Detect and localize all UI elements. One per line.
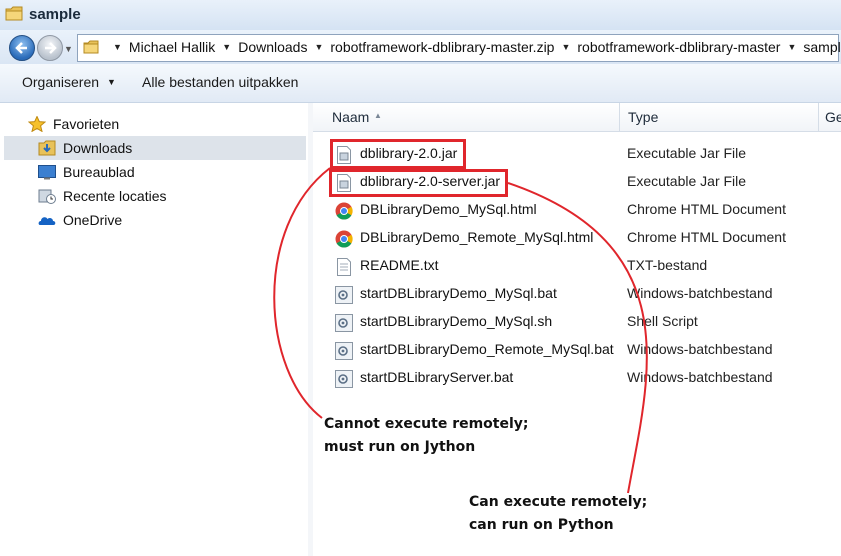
annotation-line: can run on Python [469, 517, 614, 533]
annotation-note-python: Can execute remotely; can run on Python [469, 491, 647, 537]
annotation-line: must run on Jython [324, 439, 476, 455]
annotation-note-jython: Cannot execute remotely; must run on Jyt… [324, 413, 529, 459]
annotation-line: Cannot execute remotely; [324, 416, 529, 432]
annotation-line: Can execute remotely; [469, 494, 648, 510]
annotation-curve-jython [273, 167, 331, 419]
annotation-arrows [273, 167, 648, 494]
annotation-curve-python [507, 182, 648, 494]
